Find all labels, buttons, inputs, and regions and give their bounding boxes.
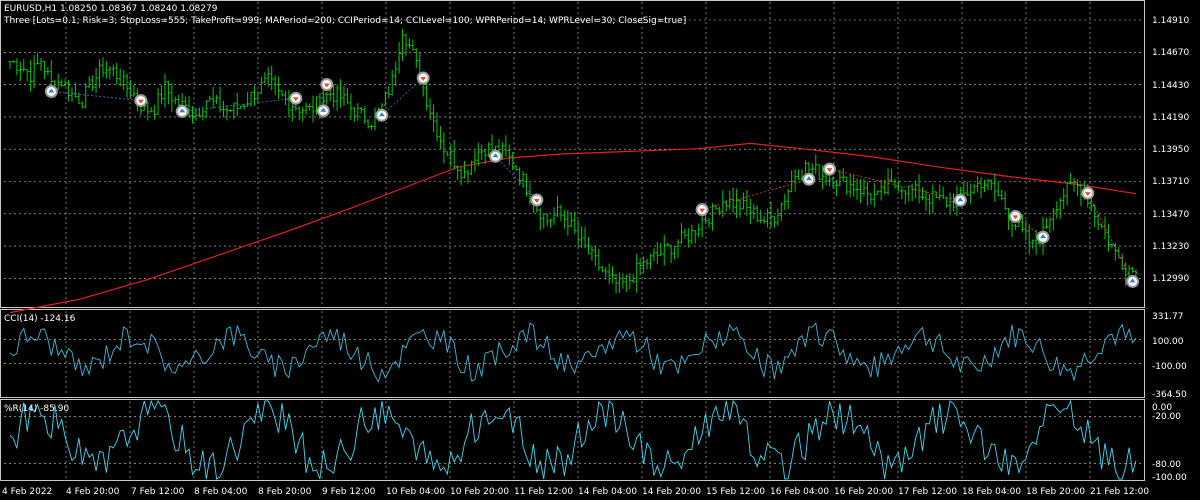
price-label: 1.13230 [1152,242,1189,252]
time-label: 4 Feb 20:00 [66,487,120,497]
wpr-grid [4,401,1144,479]
time-label: 17 Feb 12:00 [898,487,957,497]
cci-axis-label: -364.50 [1152,390,1187,400]
cci-title: CCI(14) -124.16 [4,314,76,324]
ma-line [9,142,1137,314]
cci-grid [4,311,1144,396]
wpr-axis: 0.00 -20.00 -80.00 -100.00 [1152,403,1187,483]
wpr-pane-frame [0,399,1145,481]
trade-link [182,97,296,112]
price-label: 1.14190 [1152,113,1189,123]
time-label: 14 Feb 20:00 [642,487,701,497]
cci-line [9,322,1137,383]
wpr-polyline [9,399,1137,480]
time-label: 11 Feb 12:00 [514,487,573,497]
time-label: 14 Feb 04:00 [578,487,637,497]
price-label: 1.12990 [1152,274,1189,284]
time-axis[interactable]: 4 Feb 2022 4 Feb 20:00 7 Feb 12:00 8 Feb… [2,487,1149,497]
time-label: 8 Feb 20:00 [258,487,312,497]
candles [8,29,1138,294]
trade-link [495,155,538,201]
price-label: 1.14430 [1152,81,1189,91]
trade-link [381,77,424,116]
cci-axis-label: 331.77 [1152,312,1184,322]
time-label: 4 Feb 2022 [2,487,52,497]
cci-axis: 331.77 100.00 -100.00 -364.50 [1152,312,1187,400]
price-axis[interactable]: 1.14910 1.14670 1.14430 1.14190 1.13950 … [1152,16,1189,284]
time-label: 18 Feb 20:00 [1026,487,1085,497]
price-label: 1.13470 [1152,210,1189,220]
wpr-axis-label: -20.00 [1152,412,1181,422]
trading-chart[interactable]: EURUSD,H1 1.08250 1.08367 1.08240 1.0827… [0,0,1200,500]
price-label: 1.14910 [1152,16,1189,26]
time-label: 16 Feb 20:00 [834,487,893,497]
time-label: 10 Feb 20:00 [450,487,509,497]
time-label: 16 Feb 04:00 [770,487,829,497]
time-label: 18 Feb 04:00 [962,487,1021,497]
time-label: 10 Feb 04:00 [386,487,445,497]
cci-polyline [9,322,1137,383]
wpr-axis-label: -100.00 [1152,473,1187,483]
time-label: 8 Feb 04:00 [194,487,248,497]
ma-polyline [9,142,1137,314]
price-label: 1.13950 [1152,145,1189,155]
ea-parameters: Three [Lots=0.1; Risk=3; StopLoss=555; T… [3,16,686,26]
wpr-title: %R(14) -85.90 [4,404,69,414]
wpr-line [9,399,1137,480]
price-label: 1.14670 [1152,48,1189,58]
trade-link [702,178,809,211]
symbol-title: EURUSD,H1 1.08250 1.08367 1.08240 1.0827… [4,4,218,14]
cci-axis-label: -100.00 [1152,362,1187,372]
cci-pane-frame [0,309,1145,398]
wpr-axis-label: -80.00 [1152,460,1181,470]
time-label: 21 Feb 12:00 [1090,487,1149,497]
time-label: 15 Feb 12:00 [706,487,765,497]
time-label: 7 Feb 12:00 [131,487,185,497]
cci-axis-label: 100.00 [1152,337,1184,347]
price-label: 1.13710 [1152,177,1189,187]
time-label: 9 Feb 12:00 [322,487,376,497]
